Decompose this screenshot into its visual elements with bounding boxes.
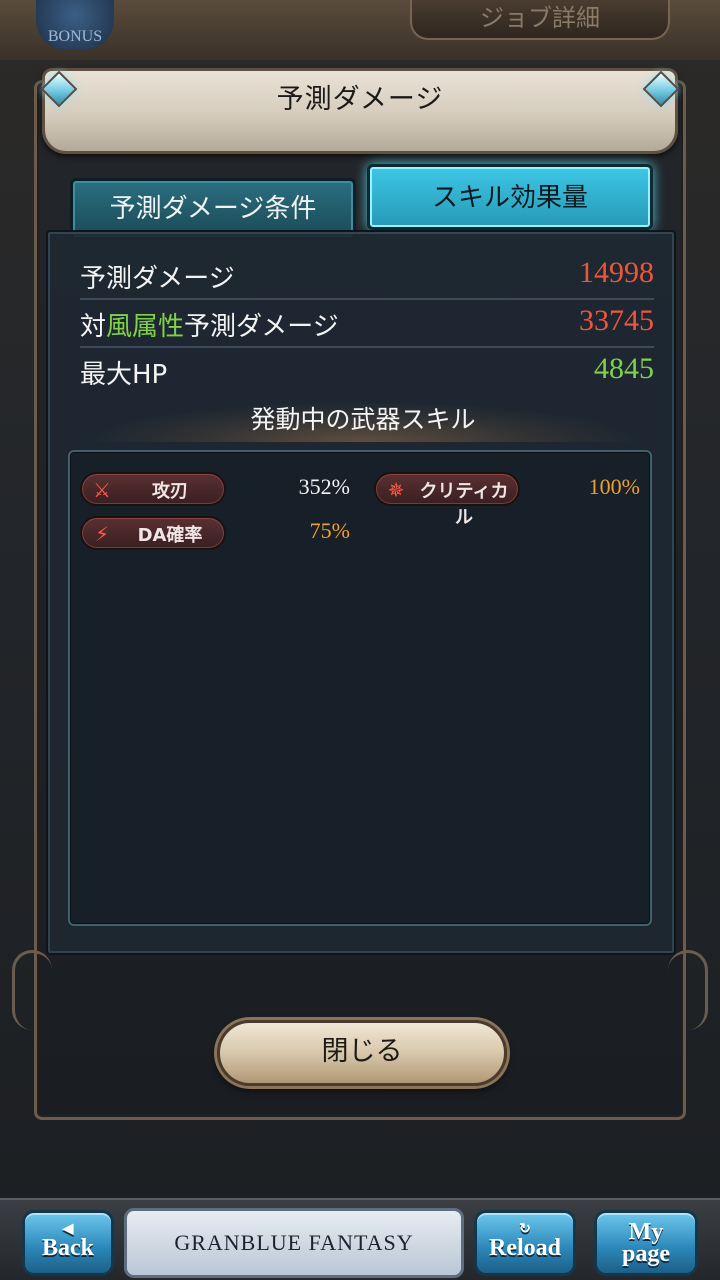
skill-effect-panel: 予測ダメージ 14998 対風属性予測ダメージ 33745 最大HP 4845 … (46, 230, 676, 955)
stat-label: 予測ダメージ (80, 264, 235, 294)
stat-row-predicted-damage: 予測ダメージ 14998 (80, 254, 654, 300)
active-weapon-skills-heading: 発動中の武器スキル (88, 402, 638, 442)
tab-skill-effect-amount[interactable]: スキル効果量 (367, 164, 653, 230)
skill-pill: ⚔ 攻刃 (80, 472, 226, 506)
skill-pill: ✵ クリティカル (374, 472, 520, 528)
stat-value: 14998 (579, 256, 654, 289)
frame-ornament-right (668, 950, 708, 1030)
skill-value: 75% (309, 518, 350, 543)
skill-pill: ⚡ DA確率 (80, 516, 226, 550)
mypage-button[interactable]: My page (594, 1210, 698, 1276)
burst-icon: ✵ (387, 478, 405, 502)
modal-title: 予測ダメージ (276, 84, 444, 115)
skill-item: ✵ クリティカル 100% (374, 472, 644, 528)
skill-name: 攻刃 (152, 481, 188, 502)
skill-name: DA確率 (137, 525, 203, 546)
bottom-nav: ◀ Back GRANBLUE FANTASY ↻ Reload My page (0, 1198, 720, 1280)
stat-row-max-hp: 最大HP 4845 (80, 350, 654, 396)
skill-value: 352% (298, 474, 350, 499)
stat-value: 33745 (579, 304, 654, 337)
back-button[interactable]: ◀ Back (22, 1210, 114, 1276)
weapon-skills-list: ⚔ 攻刃 352% ✵ クリティカル 100% ⚡ DA確率 75% (68, 450, 652, 926)
reload-button[interactable]: ↻ Reload (474, 1210, 576, 1276)
stat-label: 最大HP (80, 360, 168, 390)
bonus-badge[interactable]: BONUS (36, 0, 114, 50)
skill-value: 100% (588, 474, 640, 499)
close-button[interactable]: 閉じる (217, 1020, 507, 1086)
job-detail-button[interactable]: ジョブ詳細 (410, 0, 670, 40)
double-slash-icon: ⚡ (94, 522, 110, 546)
stat-value: 4845 (594, 352, 654, 385)
sword-icon: ⚔ (93, 478, 111, 502)
game-logo: GRANBLUE FANTASY (124, 1208, 464, 1278)
stat-label: 対風属性予測ダメージ (80, 312, 339, 342)
skill-item: ⚔ 攻刃 352% (80, 472, 350, 506)
stat-row-wind-damage: 対風属性予測ダメージ 33745 (80, 302, 654, 348)
skill-name: クリティカル (419, 481, 509, 528)
skill-item: ⚡ DA確率 75% (80, 516, 350, 550)
wind-element-label: 風属性 (106, 312, 185, 342)
predicted-damage-modal: 予測ダメージ 予測ダメージ条件 スキル効果量 予測ダメージ 14998 対風属性… (12, 50, 708, 1130)
frame-ornament-left (12, 950, 52, 1030)
